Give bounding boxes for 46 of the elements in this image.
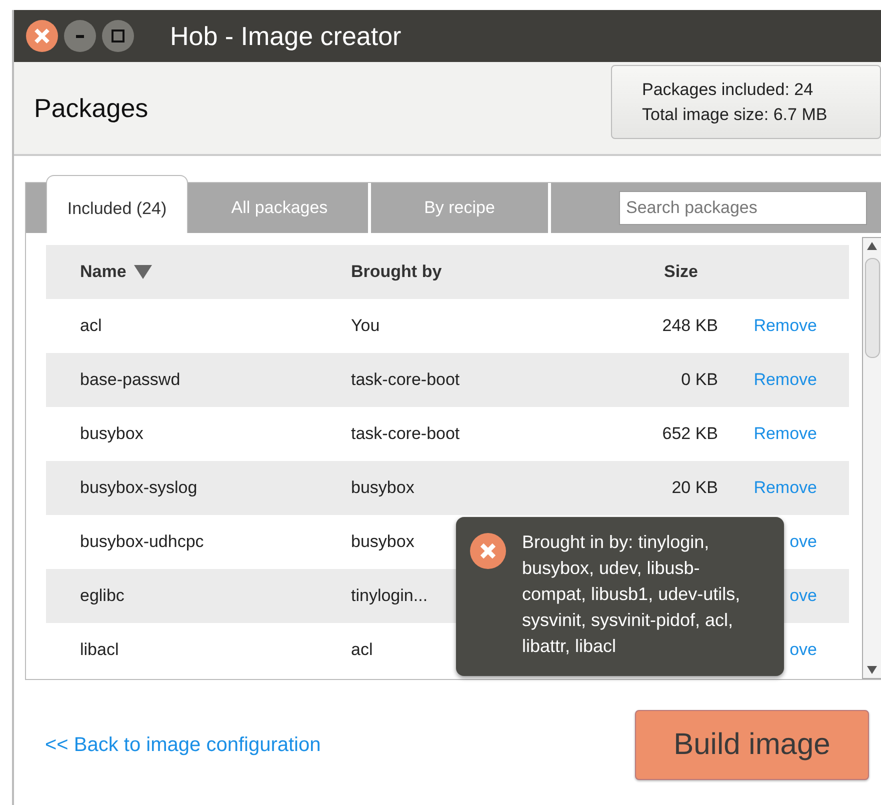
package-size: 248 KB xyxy=(662,316,718,335)
package-name: busybox-udhcpc xyxy=(79,532,205,552)
package-name: libacl xyxy=(79,640,120,660)
brought-by: acl xyxy=(351,640,373,660)
remove-link[interactable]: Remove xyxy=(754,424,817,443)
package-size: 20 KB xyxy=(672,478,718,497)
remove-link[interactable]: Remove xyxy=(754,478,817,497)
minimize-icon[interactable] xyxy=(64,20,96,52)
tab[interactable]: By recipe xyxy=(371,183,551,233)
sort-arrow-icon[interactable] xyxy=(134,265,152,279)
brought-by: tinylogin... xyxy=(351,586,428,606)
build-image-button[interactable]: Build image xyxy=(635,710,869,780)
summary-line: Total image size: 6.7 MB xyxy=(642,104,828,126)
remove-link[interactable]: Remove xyxy=(754,370,817,389)
scrollbar-thumb[interactable] xyxy=(865,258,880,358)
window-title: Hob - Image creator xyxy=(170,20,402,52)
brought-by: task-core-boot xyxy=(351,424,460,444)
remove-link[interactable]: ove xyxy=(790,532,817,551)
scrollbar[interactable] xyxy=(862,237,881,679)
brought-by: busybox xyxy=(351,478,414,498)
package-name: base-passwd xyxy=(79,370,182,390)
package-name: eglibc xyxy=(79,586,126,606)
remove-link[interactable]: ove xyxy=(790,640,817,659)
package-name: busybox xyxy=(79,424,144,444)
package-size: 0 KB xyxy=(681,370,718,389)
brought-by: task-core-boot xyxy=(351,370,460,390)
column-header[interactable]: Brought by xyxy=(351,262,442,282)
package-name: busybox-syslog xyxy=(79,478,198,498)
column-header[interactable]: Name xyxy=(80,262,126,282)
package-size: 652 KB xyxy=(662,424,718,443)
remove-link[interactable]: Remove xyxy=(754,316,817,335)
search-field[interactable]: Search packages xyxy=(619,191,867,225)
close-icon[interactable] xyxy=(26,20,58,52)
package-name: acl xyxy=(79,316,103,336)
remove-link[interactable]: ove xyxy=(790,586,817,605)
back-link[interactable]: << Back to image configuration xyxy=(45,734,321,756)
tooltip-text: Brought in by: tinylogin, busybox, udev, libusb-compat, libusb1, udev-utils, sysvinit, sysvinit-pidof, acl, libattr, libacl xyxy=(522,531,742,658)
tab[interactable]: All packages xyxy=(191,183,371,233)
tab[interactable]: Included (24) xyxy=(46,175,188,233)
error-icon xyxy=(470,533,506,569)
maximize-icon[interactable] xyxy=(102,20,134,52)
page-title: Packages xyxy=(34,92,148,124)
brought-by: You xyxy=(351,316,380,336)
column-header[interactable]: Size xyxy=(664,262,698,282)
brought-by: busybox xyxy=(351,532,414,552)
summary-line: Packages included: 24 xyxy=(642,79,814,101)
